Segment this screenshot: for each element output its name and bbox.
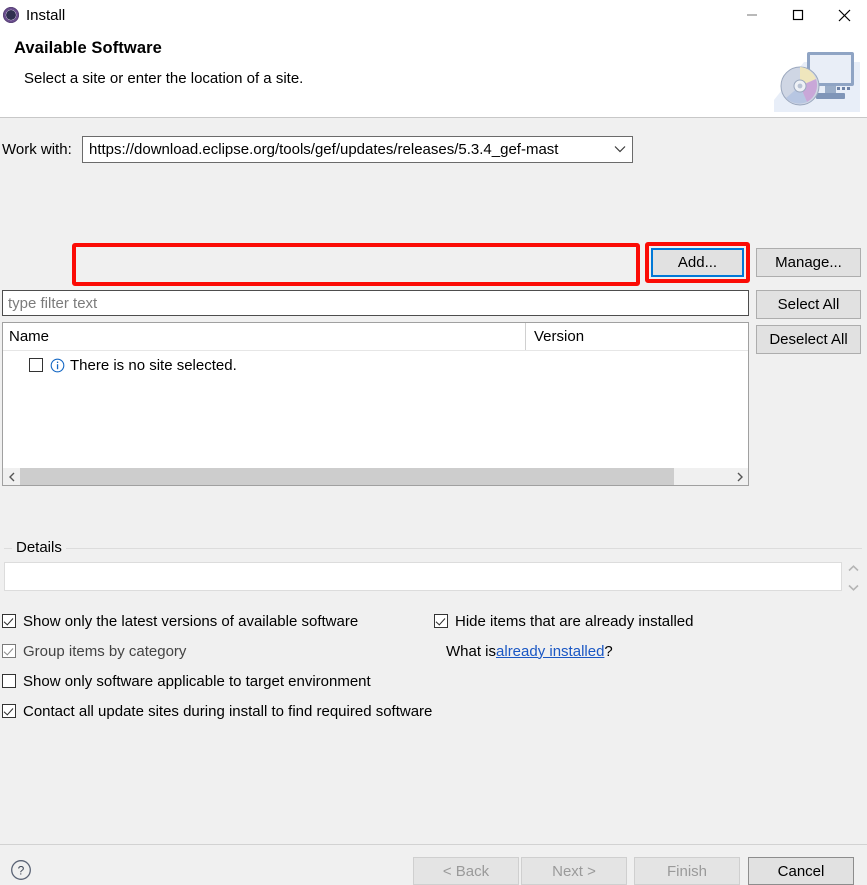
what-is-already-installed: What is already installed ?	[446, 636, 613, 666]
what-is-suffix: ?	[604, 642, 613, 660]
window-controls	[729, 0, 867, 30]
chevron-down-icon[interactable]	[847, 578, 859, 595]
work-with-label: Work with:	[2, 140, 72, 158]
already-installed-link[interactable]: already installed	[496, 643, 604, 660]
main-content: Work with: https://download.eclipse.org/…	[0, 118, 867, 885]
horizontal-scrollbar[interactable]	[3, 468, 748, 485]
column-header-name[interactable]: Name	[3, 323, 525, 350]
option-group-by-category[interactable]: Group items by category	[0, 636, 867, 666]
row-checkbox[interactable]	[29, 358, 43, 372]
window-title: Install	[26, 6, 66, 24]
options-section: Show only the latest versions of availab…	[0, 606, 867, 726]
scrollbar-thumb[interactable]	[20, 468, 675, 485]
row-label: There is no site selected.	[70, 356, 237, 374]
what-is-prefix: What is	[446, 642, 497, 660]
checkbox[interactable]	[2, 644, 16, 658]
footer-divider	[0, 844, 867, 845]
chevron-right-icon[interactable]	[731, 468, 748, 485]
install-gear-icon	[3, 7, 19, 23]
option-label: Show only the latest versions of availab…	[23, 612, 359, 630]
page-title: Available Software	[14, 39, 162, 57]
cancel-button[interactable]: Cancel	[748, 857, 854, 885]
details-text-area[interactable]	[4, 562, 842, 591]
highlight-box-work-with	[72, 243, 640, 286]
next-button[interactable]: Next >	[521, 857, 627, 885]
wizard-banner: Available Software Select a site or ente…	[0, 30, 867, 118]
close-button[interactable]	[821, 0, 867, 30]
option-contact-update-sites[interactable]: Contact all update sites during install …	[0, 696, 867, 726]
checkbox[interactable]	[2, 704, 16, 718]
software-table: Name Version There is no site selected.	[2, 322, 749, 486]
details-label: Details	[12, 539, 66, 556]
back-button[interactable]: < Back	[413, 857, 519, 885]
deselect-all-button[interactable]: Deselect All	[756, 325, 861, 354]
details-group: Details	[4, 539, 862, 595]
option-hide-installed[interactable]: Hide items that are already installed	[432, 606, 693, 636]
column-header-version[interactable]: Version	[525, 323, 748, 350]
chevron-up-icon[interactable]	[847, 559, 859, 576]
option-label: Contact all update sites during install …	[23, 702, 433, 720]
chevron-down-icon[interactable]	[611, 136, 629, 163]
monitor-with-disc-icon	[774, 46, 860, 112]
select-all-button[interactable]: Select All	[756, 290, 861, 319]
finish-button[interactable]: Finish	[634, 857, 740, 885]
table-header: Name Version	[3, 323, 748, 351]
help-question-icon[interactable]: ?	[10, 859, 32, 881]
title-bar: Install	[0, 0, 867, 30]
maximize-button[interactable]	[775, 0, 821, 30]
svg-text:?: ?	[18, 864, 25, 878]
checkbox[interactable]	[2, 674, 16, 688]
info-icon	[50, 358, 65, 373]
add-button[interactable]: Add...	[651, 248, 744, 277]
checkbox[interactable]	[2, 614, 16, 628]
manage-button[interactable]: Manage...	[756, 248, 861, 277]
option-show-applicable-to-target[interactable]: Show only software applicable to target …	[0, 666, 867, 696]
scrollbar-track[interactable]	[20, 468, 731, 485]
option-label: Hide items that are already installed	[455, 612, 694, 630]
work-with-combo-value[interactable]: https://download.eclipse.org/tools/gef/u…	[82, 135, 633, 163]
filter-input[interactable]	[2, 290, 749, 316]
option-label: Group items by category	[23, 642, 187, 660]
minimize-button[interactable]	[729, 0, 775, 30]
chevron-left-icon[interactable]	[3, 468, 20, 485]
work-with-row: Work with: https://download.eclipse.org/…	[0, 118, 867, 168]
option-label: Show only software applicable to target …	[23, 672, 371, 690]
work-with-combo[interactable]: https://download.eclipse.org/tools/gef/u…	[82, 135, 633, 163]
details-spinner[interactable]	[844, 562, 862, 591]
checkbox[interactable]	[434, 614, 448, 628]
table-row[interactable]: There is no site selected.	[3, 353, 748, 377]
page-subtitle: Select a site or enter the location of a…	[24, 70, 304, 87]
